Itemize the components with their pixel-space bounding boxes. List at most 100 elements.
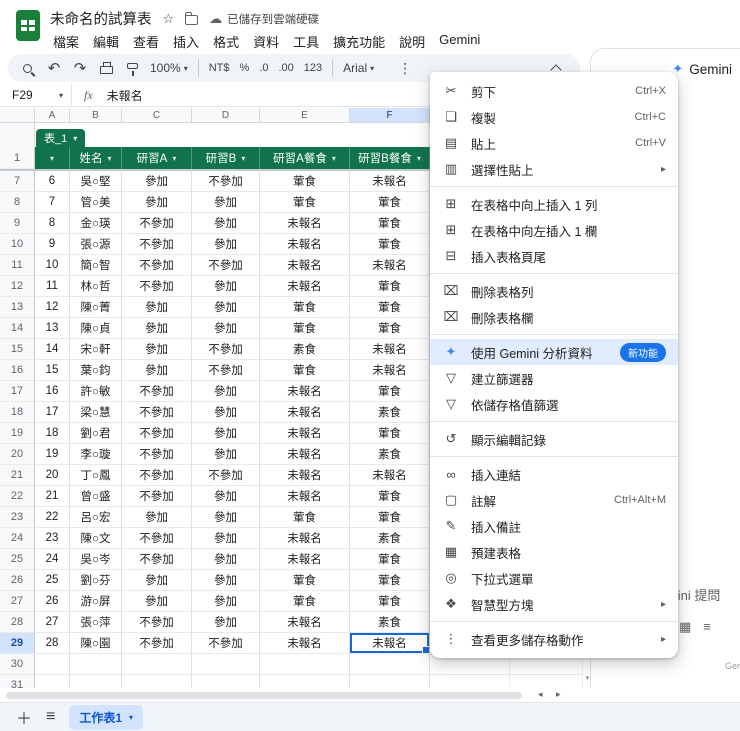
- decrease-decimal-button[interactable]: .0: [259, 62, 268, 74]
- cell[interactable]: 27: [35, 612, 70, 633]
- cell[interactable]: 參加: [122, 297, 192, 318]
- menu-插入[interactable]: 插入: [166, 29, 206, 54]
- menu-查看[interactable]: 查看: [126, 29, 166, 54]
- cell[interactable]: 葷食: [260, 318, 350, 339]
- cell[interactable]: 不參加: [192, 633, 260, 654]
- number-format-button[interactable]: 123: [304, 62, 322, 74]
- column-dropdown-icon[interactable]: ▾: [417, 154, 421, 163]
- context-menu-item[interactable]: ⊟ 插入表格頁尾: [430, 243, 678, 269]
- cell[interactable]: 葉○鈞: [70, 360, 122, 381]
- cell[interactable]: 參加: [192, 507, 260, 528]
- cell[interactable]: 不參加: [122, 486, 192, 507]
- font-select[interactable]: Arial ▾: [343, 61, 374, 75]
- increase-decimal-button[interactable]: .00: [278, 62, 293, 74]
- cell[interactable]: 13: [35, 318, 70, 339]
- cell[interactable]: 不參加: [122, 234, 192, 255]
- row-header-17[interactable]: 17: [0, 381, 35, 402]
- cell[interactable]: 參加: [192, 276, 260, 297]
- cell[interactable]: 陳○貞: [70, 318, 122, 339]
- scroll-left-icon[interactable]: ◂: [538, 689, 543, 700]
- cell[interactable]: 未報名: [260, 528, 350, 549]
- cell[interactable]: 陳○菁: [70, 297, 122, 318]
- cell[interactable]: 葷食: [260, 360, 350, 381]
- row-header-28[interactable]: 28: [0, 612, 35, 633]
- column-header-C[interactable]: C: [122, 108, 192, 123]
- column-dropdown-icon[interactable]: ▾: [50, 154, 54, 163]
- menu-資料[interactable]: 資料: [246, 29, 286, 54]
- cell[interactable]: [192, 675, 260, 688]
- cell[interactable]: 不參加: [192, 339, 260, 360]
- context-menu-item[interactable]: ↺ 顯示編輯記錄: [430, 426, 678, 452]
- cell[interactable]: 未報名: [350, 255, 430, 276]
- row-header-23[interactable]: 23: [0, 507, 35, 528]
- cell[interactable]: 不參加: [122, 255, 192, 276]
- cell[interactable]: 梁○慧: [70, 402, 122, 423]
- cell[interactable]: 參加: [192, 192, 260, 213]
- cell[interactable]: [192, 654, 260, 675]
- cell[interactable]: 參加: [192, 528, 260, 549]
- row-header-15[interactable]: 15: [0, 339, 35, 360]
- cell[interactable]: 不參加: [192, 255, 260, 276]
- cell[interactable]: 11: [35, 276, 70, 297]
- save-status[interactable]: ☁ 已儲存到雲端硬碟: [209, 11, 319, 27]
- cell[interactable]: 20: [35, 465, 70, 486]
- cell[interactable]: 參加: [122, 360, 192, 381]
- cell[interactable]: 金○瑛: [70, 213, 122, 234]
- cell[interactable]: [350, 654, 430, 675]
- cell[interactable]: 參加: [192, 381, 260, 402]
- cell[interactable]: [430, 675, 510, 688]
- cell[interactable]: 葷食: [350, 213, 430, 234]
- cell[interactable]: 未報名: [350, 360, 430, 381]
- cell[interactable]: 不參加: [122, 633, 192, 654]
- table-chip-dropdown-icon[interactable]: ▾: [73, 134, 77, 143]
- table-header-cell[interactable]: 姓名 ▾: [70, 147, 122, 169]
- context-menu-item[interactable]: ▥ 選擇性貼上 ▸: [430, 156, 678, 182]
- cell[interactable]: 林○哲: [70, 276, 122, 297]
- context-menu-item[interactable]: ❖ 智慧型方塊 ▸: [430, 591, 678, 617]
- cell[interactable]: 素食: [350, 528, 430, 549]
- cell[interactable]: 未報名: [350, 171, 430, 192]
- cell[interactable]: 不參加: [192, 465, 260, 486]
- cell[interactable]: [510, 675, 583, 688]
- context-menu-item[interactable]: ◎ 下拉式選單: [430, 565, 678, 591]
- cell[interactable]: 參加: [192, 549, 260, 570]
- cell[interactable]: 未報名: [350, 339, 430, 360]
- sheets-logo-icon[interactable]: [16, 10, 40, 41]
- context-menu-item[interactable]: ❏ 複製 Ctrl+C: [430, 104, 678, 130]
- row-header-12[interactable]: 12: [0, 276, 35, 297]
- sheet-tab[interactable]: 工作表1 ▾: [69, 704, 144, 730]
- cell[interactable]: 參加: [122, 339, 192, 360]
- menu-工具[interactable]: 工具: [286, 29, 326, 54]
- row-header-24[interactable]: 24: [0, 528, 35, 549]
- cell[interactable]: 8: [35, 213, 70, 234]
- cell[interactable]: 22: [35, 507, 70, 528]
- cell[interactable]: 管○美: [70, 192, 122, 213]
- cell[interactable]: 張○萍: [70, 612, 122, 633]
- table-header-cell[interactable]: ▾: [35, 147, 70, 169]
- paint-format-icon[interactable]: [124, 63, 140, 76]
- cell[interactable]: 未報名: [350, 633, 430, 654]
- cell[interactable]: [350, 675, 430, 688]
- cell[interactable]: 不參加: [122, 549, 192, 570]
- column-dropdown-icon[interactable]: ▾: [332, 154, 336, 163]
- cell[interactable]: 葷食: [260, 570, 350, 591]
- cell[interactable]: 19: [35, 444, 70, 465]
- gemini-options-icon[interactable]: ≡: [703, 619, 711, 635]
- cell[interactable]: 參加: [192, 612, 260, 633]
- context-menu-item[interactable]: ▦ 預建表格: [430, 539, 678, 565]
- scroll-right-icon[interactable]: ▸: [556, 689, 561, 700]
- cell[interactable]: 16: [35, 381, 70, 402]
- context-menu-item[interactable]: ▤ 貼上 Ctrl+V: [430, 130, 678, 156]
- context-menu-item[interactable]: ⌧ 刪除表格欄: [430, 304, 678, 330]
- cell[interactable]: 參加: [122, 318, 192, 339]
- cell[interactable]: 葷食: [350, 486, 430, 507]
- cell[interactable]: 葷食: [350, 297, 430, 318]
- row-header-11[interactable]: 11: [0, 255, 35, 276]
- table-header-cell[interactable]: 研習B ▾: [192, 147, 260, 169]
- context-menu-item[interactable]: ⊞ 在表格中向上插入 1 列: [430, 191, 678, 217]
- cell[interactable]: 曾○盛: [70, 486, 122, 507]
- cell[interactable]: 丁○鳳: [70, 465, 122, 486]
- context-menu-item[interactable]: ✎ 插入備註: [430, 513, 678, 539]
- cell[interactable]: 未報名: [260, 612, 350, 633]
- cell[interactable]: 參加: [122, 192, 192, 213]
